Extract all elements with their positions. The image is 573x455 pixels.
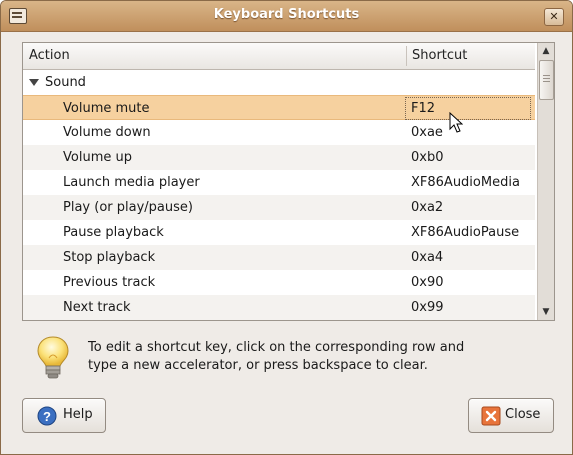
table-row[interactable]: Play (or play/pause) 0xa2	[23, 195, 535, 220]
table-row[interactable]: Next track 0x99	[23, 295, 535, 320]
column-separator[interactable]	[406, 46, 407, 66]
column-header-shortcut[interactable]: Shortcut	[412, 48, 467, 63]
shortcuts-tree[interactable]: Action Shortcut Sound Volume mute F12 Vo…	[22, 42, 555, 321]
table-row[interactable]: Launch media player XF86AudioMedia	[23, 170, 535, 195]
help-icon: ?	[37, 406, 57, 426]
shortcut-cell[interactable]: F12	[411, 96, 435, 121]
action-cell: Launch media player	[63, 175, 200, 190]
close-button-label: Close	[505, 407, 541, 422]
svg-text:?: ?	[43, 409, 51, 424]
tree-group-sound[interactable]: Sound	[23, 70, 535, 95]
table-row[interactable]: Stop playback 0xa4	[23, 245, 535, 270]
expander-arrow-icon[interactable]	[29, 79, 39, 86]
help-button[interactable]: ? Help	[22, 398, 106, 433]
close-icon	[481, 406, 501, 426]
vertical-scrollbar[interactable]: ▲ ▼	[537, 43, 554, 320]
tree-rows: Sound Volume mute F12 Volume down 0xae V…	[23, 70, 535, 320]
scroll-down-arrow-icon[interactable]: ▼	[539, 305, 553, 319]
action-cell: Play (or play/pause)	[63, 200, 193, 215]
action-cell: Pause playback	[63, 225, 164, 240]
window-close-button[interactable]: ✕	[544, 8, 564, 26]
action-cell: Stop playback	[63, 250, 156, 265]
action-cell: Volume down	[63, 125, 151, 140]
table-row[interactable]: Volume up 0xb0	[23, 145, 535, 170]
window-title: Keyboard Shortcuts	[213, 7, 360, 22]
table-row[interactable]: Pause playback XF86AudioPause	[23, 220, 535, 245]
scrollbar-thumb[interactable]	[539, 60, 554, 100]
action-cell: Next track	[63, 300, 131, 315]
shortcut-cell[interactable]: 0xb0	[411, 145, 444, 170]
close-button[interactable]: Close	[468, 398, 554, 433]
shortcut-cell[interactable]: 0xa2	[411, 195, 443, 220]
shortcut-cell[interactable]: XF86AudioMedia	[411, 170, 520, 195]
mouse-pointer-icon	[449, 112, 463, 133]
table-row[interactable]: Previous track 0x90	[23, 270, 535, 295]
titlebar[interactable]: Keyboard Shortcuts ✕	[1, 1, 572, 32]
action-cell: Volume mute	[63, 101, 150, 116]
shortcut-cell[interactable]: 0x99	[411, 295, 444, 320]
shortcut-cell[interactable]: 0xa4	[411, 245, 443, 270]
shortcut-cell[interactable]: 0x90	[411, 270, 444, 295]
scroll-up-arrow-icon[interactable]: ▲	[539, 44, 553, 58]
help-button-label: Help	[63, 407, 93, 422]
tree-header: Action Shortcut	[23, 43, 535, 70]
keyboard-shortcuts-dialog: Keyboard Shortcuts ✕ Action Shortcut Sou…	[0, 0, 573, 455]
shortcut-cell[interactable]: XF86AudioPause	[411, 220, 519, 245]
action-cell: Volume up	[63, 150, 132, 165]
lightbulb-icon	[37, 336, 69, 379]
action-cell: Previous track	[63, 275, 156, 290]
group-label: Sound	[45, 75, 86, 90]
hint-text: To edit a shortcut key, click on the cor…	[88, 340, 465, 373]
column-header-action[interactable]: Action	[29, 48, 70, 63]
shortcut-cell[interactable]: 0xae	[411, 120, 443, 145]
